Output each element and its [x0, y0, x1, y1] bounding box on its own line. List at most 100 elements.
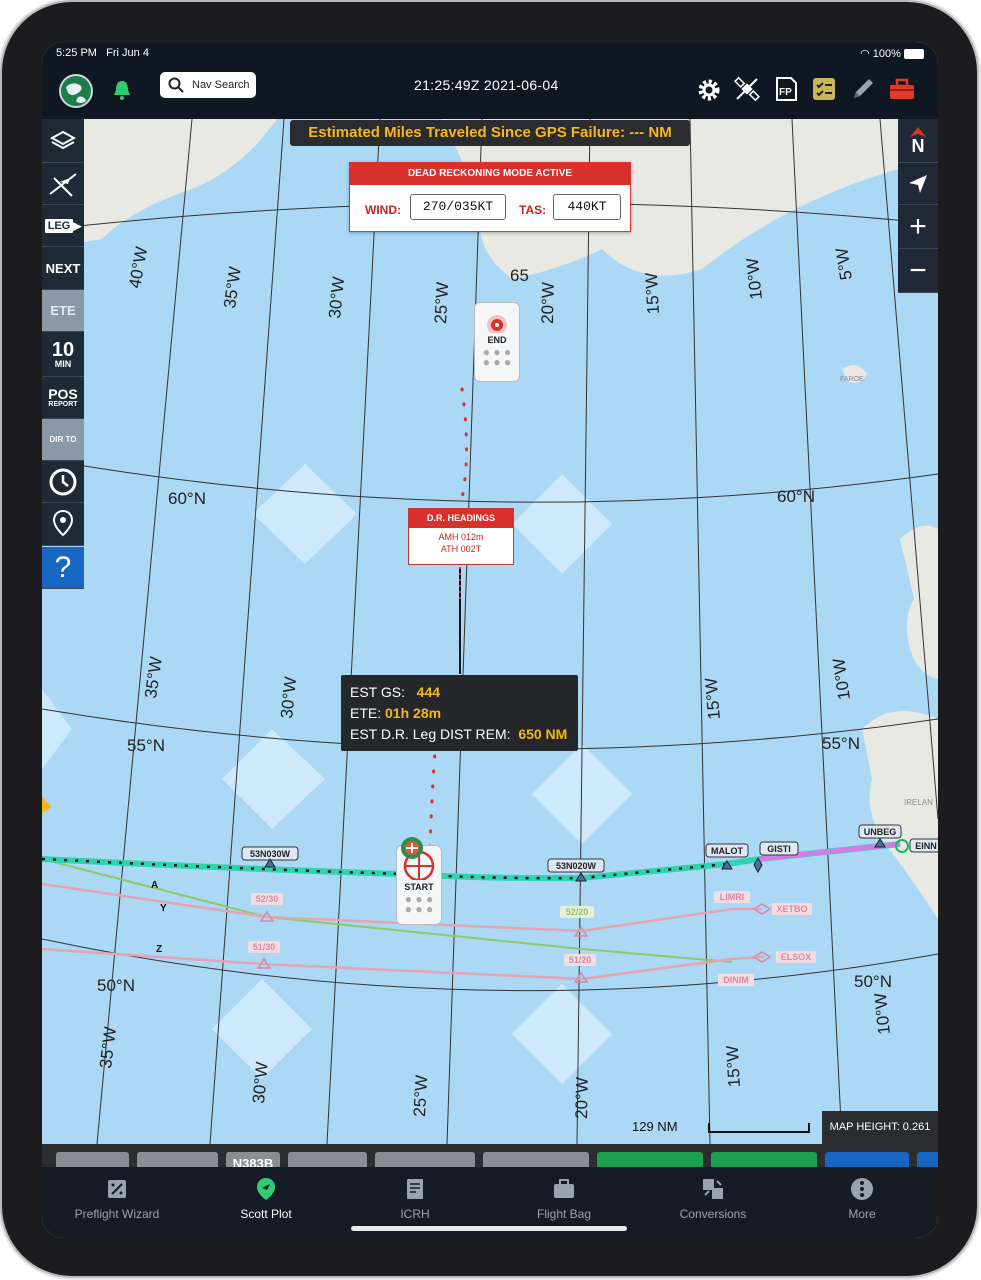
chart-map[interactable]: 60°N 60°N 55°N 55°N 50°N 50°N 65 40°W 35…	[42, 119, 938, 1144]
status-bar: 5:25 PM Fri Jun 4 ◠ 100%	[42, 42, 938, 64]
est-gs-row: EST GS: 444	[350, 684, 441, 700]
ete-row: ETE: 01h 28m	[350, 705, 442, 721]
wind-input[interactable]: 270/035KT	[410, 194, 506, 220]
tab-label: ICRH	[400, 1207, 430, 1221]
location-pin-button[interactable]	[42, 503, 84, 546]
map-height-indicator: MAP HEIGHT: 0.261	[822, 1111, 938, 1144]
tab-label: More	[848, 1207, 876, 1221]
lon-label: 10°W	[829, 657, 854, 701]
land-label: FAROE	[840, 376, 864, 383]
plane-pin-icon	[257, 1178, 275, 1200]
top-toolbar: Nav Search 21:25:49Z 2021-06-04 FP	[42, 64, 938, 119]
track-letter: Z	[156, 944, 162, 955]
track-up-button[interactable]	[898, 163, 938, 205]
tab-conversions[interactable]: Conversions	[638, 1167, 788, 1238]
lon-label: 35°W	[96, 1026, 120, 1070]
aircraft-button[interactable]	[42, 163, 84, 205]
airplane-badge-icon	[401, 837, 423, 859]
next-button[interactable]: NEXT	[42, 247, 84, 290]
checklist-icon[interactable]	[811, 76, 837, 102]
help-button[interactable]: ?	[42, 547, 84, 589]
tas-label: TAS:	[519, 203, 547, 217]
lon-label: 10°W	[743, 257, 766, 301]
lon-label: 30°W	[277, 676, 300, 720]
amh-value: AMH 012m	[438, 532, 484, 542]
end-pin-label: END	[487, 335, 507, 345]
lon-label: 25°W	[410, 1075, 431, 1118]
dead-reckoning-title: DEAD RECKONING MODE ACTIVE	[350, 163, 630, 185]
ten-min-button[interactable]: 10 MIN	[42, 332, 84, 377]
battery-indicator: ◠ 100%	[860, 47, 924, 60]
north-arrow-icon	[910, 126, 926, 137]
layers-button[interactable]	[42, 119, 84, 163]
zoom-out-button[interactable]: −	[898, 249, 938, 293]
search-placeholder: Nav Search	[192, 79, 250, 91]
satellite-icon[interactable]	[734, 76, 760, 102]
nav-search-input[interactable]: Nav Search	[160, 72, 256, 98]
waypoint-MALOT: MALOT	[711, 846, 743, 856]
aircraft-icon	[49, 172, 77, 197]
waypoint-51-20: 51/20	[569, 955, 592, 965]
svg-text:FP: FP	[779, 87, 792, 98]
track-letter: Y	[160, 903, 167, 914]
more-icon	[851, 1178, 873, 1200]
dr-headings-title: D.R. HEADINGS	[409, 509, 513, 528]
drag-handle-icon[interactable]: ● ● ● ● ● ●	[475, 346, 519, 368]
lat-label: 55°N	[822, 734, 860, 753]
layers-icon	[50, 130, 76, 149]
waypoint-GISTI: GISTI	[767, 844, 791, 854]
map-canvas: 60°N 60°N 55°N 55°N 50°N 50°N 65 40°W 35…	[42, 119, 938, 1144]
globe-logo-icon[interactable]	[58, 73, 94, 109]
dead-reckoning-panel: DEAD RECKONING MODE ACTIVE WIND: 270/035…	[349, 162, 631, 232]
tab-scott-plot[interactable]: Scott Plot	[191, 1167, 341, 1238]
lon-label: 5°W	[832, 246, 856, 281]
pos-report-button[interactable]: POS REPORT	[42, 377, 84, 419]
lon-label: 20°W	[538, 282, 558, 324]
ete-button[interactable]: ETE	[42, 290, 84, 332]
search-icon	[168, 77, 184, 93]
lon-label: 35°W	[141, 656, 166, 700]
tas-input[interactable]: 440KT	[553, 194, 621, 220]
bell-icon[interactable]	[110, 78, 134, 102]
flight-plan-icon[interactable]: FP	[773, 76, 799, 102]
briefcase-icon	[554, 1179, 574, 1198]
target-icon	[487, 315, 507, 335]
lon-label: 40°W	[125, 245, 151, 289]
tab-label: Conversions	[679, 1207, 747, 1221]
wizard-icon	[108, 1180, 126, 1198]
track-letter: A	[151, 880, 158, 891]
lon-label: 15°W	[701, 677, 724, 720]
lon-label: 15°W	[642, 272, 663, 315]
lon-label: 35°W	[220, 266, 245, 310]
end-pin[interactable]: END ● ● ● ● ● ●	[474, 302, 520, 382]
tab-preflight-wizard[interactable]: Preflight Wizard	[42, 1167, 192, 1238]
pencil-icon[interactable]	[850, 76, 876, 102]
leg-button[interactable]: LEG ▶	[42, 205, 84, 247]
land-label: IRELAN	[904, 798, 933, 807]
waypoint-52-30: 52/30	[256, 894, 279, 904]
drag-handle-icon[interactable]: ● ● ● ● ● ●	[397, 893, 441, 915]
map-scale: 129 NM	[632, 1119, 810, 1134]
lat-label: 60°N	[168, 489, 206, 508]
zoom-in-button[interactable]: +	[898, 205, 938, 249]
toolbox-icon[interactable]	[888, 77, 916, 101]
wifi-icon: ◠	[860, 48, 870, 60]
tab-more[interactable]: More	[787, 1167, 937, 1238]
utc-clock: 21:25:49Z 2021-06-04	[414, 77, 559, 93]
waypoint-53N020W: 53N020W	[556, 861, 597, 871]
lon-label: 15°W	[723, 1045, 744, 1088]
tab-label: Scott Plot	[240, 1207, 292, 1221]
lon-label: 10°W	[871, 992, 894, 1036]
waypoint-LIMRI: LIMRI	[720, 892, 745, 902]
gear-icon[interactable]	[697, 78, 721, 102]
tab-label: Preflight Wizard	[74, 1207, 160, 1221]
home-indicator[interactable]	[351, 1226, 627, 1231]
north-up-button[interactable]: N	[898, 119, 938, 163]
dist-rem-row: EST D.R. Leg DIST REM: 650 NM	[350, 726, 568, 742]
dir-to-button[interactable]: DIR TO	[42, 419, 84, 461]
waypoint-DINIM: DINIM	[723, 975, 749, 985]
document-icon	[407, 1179, 423, 1199]
waypoint-XETBO: XETBO	[776, 904, 807, 914]
waypoint-52-20: 52/20	[566, 907, 589, 917]
clock-button[interactable]	[42, 461, 84, 503]
